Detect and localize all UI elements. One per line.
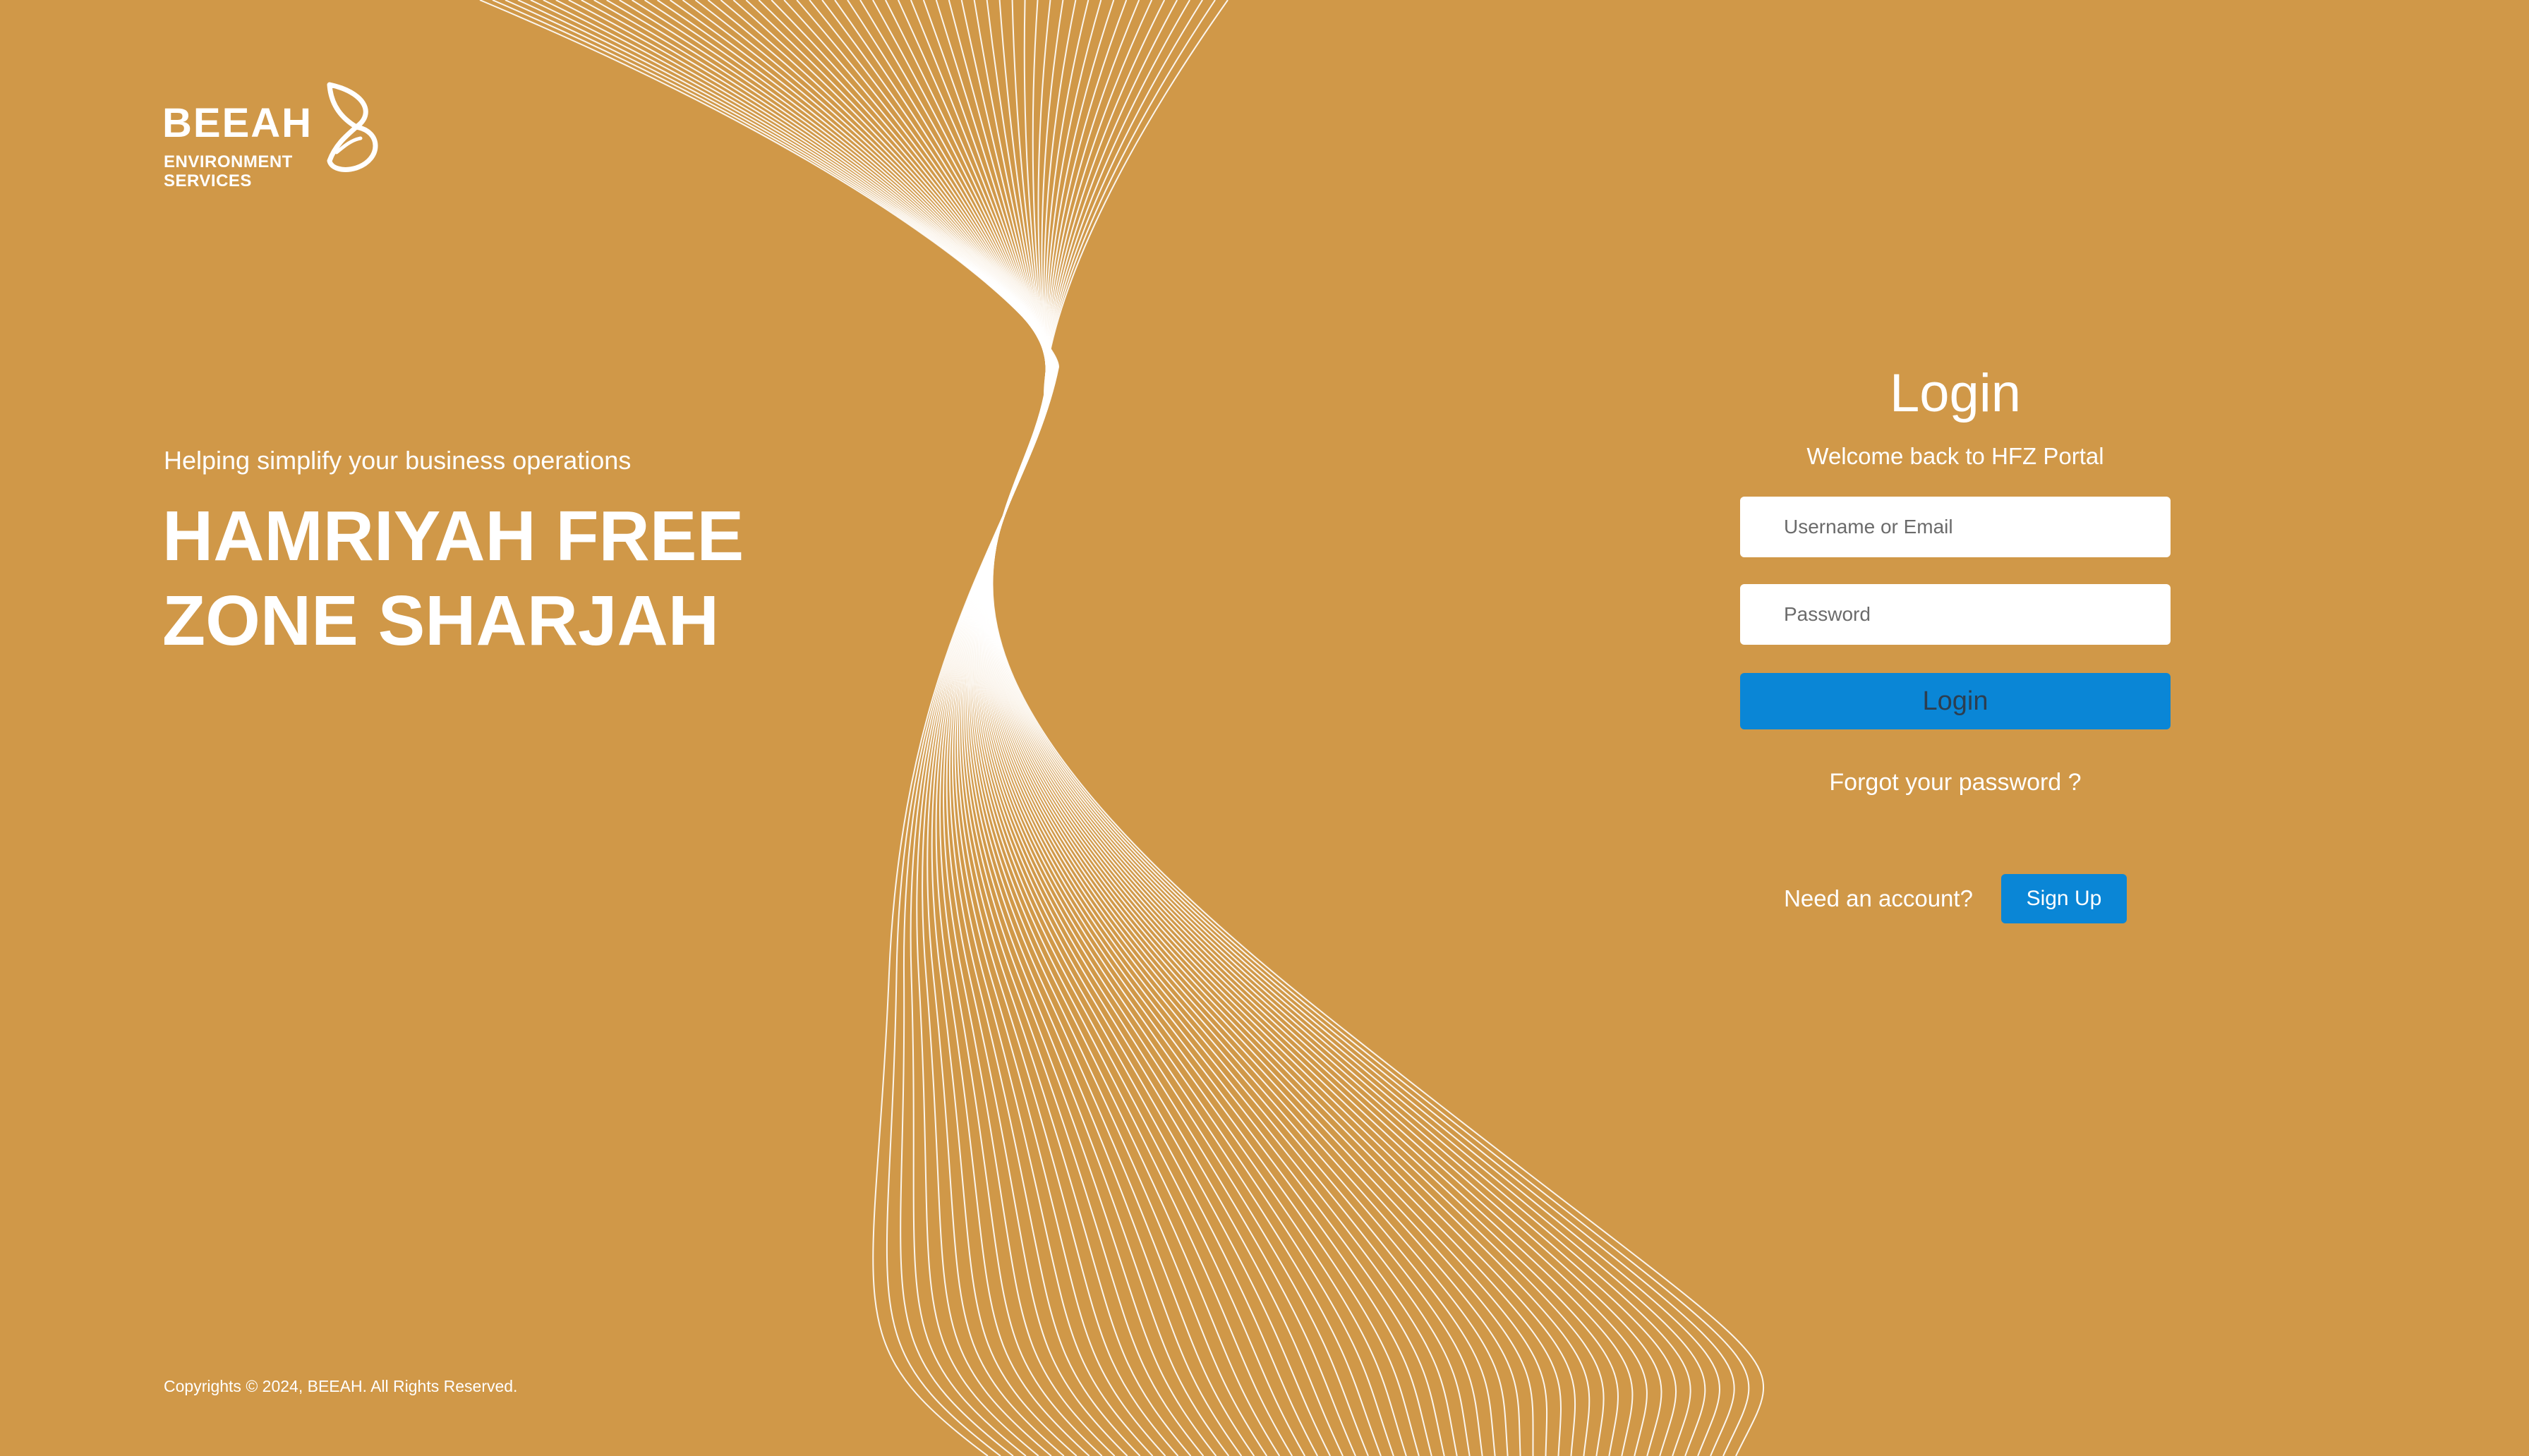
login-panel: Login Welcome back to HFZ Portal Login F…: [1740, 360, 2171, 923]
hero-headline: HAMRIYAH FREE ZONE SHARJAH: [162, 494, 797, 663]
wave-line: [991, 0, 1706, 1456]
wave-line: [989, 0, 1605, 1456]
signup-row: Need an account? Sign Up: [1740, 874, 2171, 923]
wave-line: [991, 0, 1750, 1456]
welcome-text: Welcome back to HFZ Portal: [1806, 443, 2104, 469]
signup-button[interactable]: Sign Up: [2000, 874, 2127, 923]
wave-line: [991, 0, 1720, 1456]
wave-line: [644, 0, 1154, 1456]
hero-tagline: Helping simplify your business operation…: [164, 446, 632, 475]
beeah-b-icon: [327, 82, 378, 172]
logo-subtitle-line-2: SERVICES: [164, 171, 252, 190]
logo-subtitle-line-1: ENVIRONMENT: [164, 152, 293, 171]
forgot-password-link[interactable]: Forgot your password ?: [1740, 769, 2171, 796]
wave-line: [990, 0, 1662, 1456]
wave-line: [988, 0, 1576, 1456]
logo-wordmark: BEEAH: [162, 100, 313, 146]
logo-subtitle: ENVIRONMENT SERVICES: [164, 152, 293, 190]
wave-line: [990, 0, 1677, 1456]
wave-line: [991, 0, 1735, 1456]
brand-logo: BEEAH ENVIRONMENT SERVICES: [162, 82, 388, 195]
hero-headline-line-2: ZONE SHARJAH: [162, 581, 719, 660]
login-title: Login: [1890, 363, 2021, 423]
wave-line: [986, 0, 1509, 1456]
password-input[interactable]: [1740, 584, 2171, 645]
need-account-text: Need an account?: [1784, 885, 1973, 911]
footer-copyright: Copyrights © 2024, BEEAH. All Rights Res…: [164, 1377, 518, 1395]
wave-line: [986, 0, 1534, 1456]
wave-line: [987, 0, 1548, 1456]
hero-headline-line-1: HAMRIYAH FREE: [162, 497, 744, 576]
wave-line: [632, 0, 1141, 1456]
username-input[interactable]: [1740, 497, 2171, 557]
login-button[interactable]: Login: [1740, 673, 2171, 729]
wave-line: [505, 0, 1059, 1456]
